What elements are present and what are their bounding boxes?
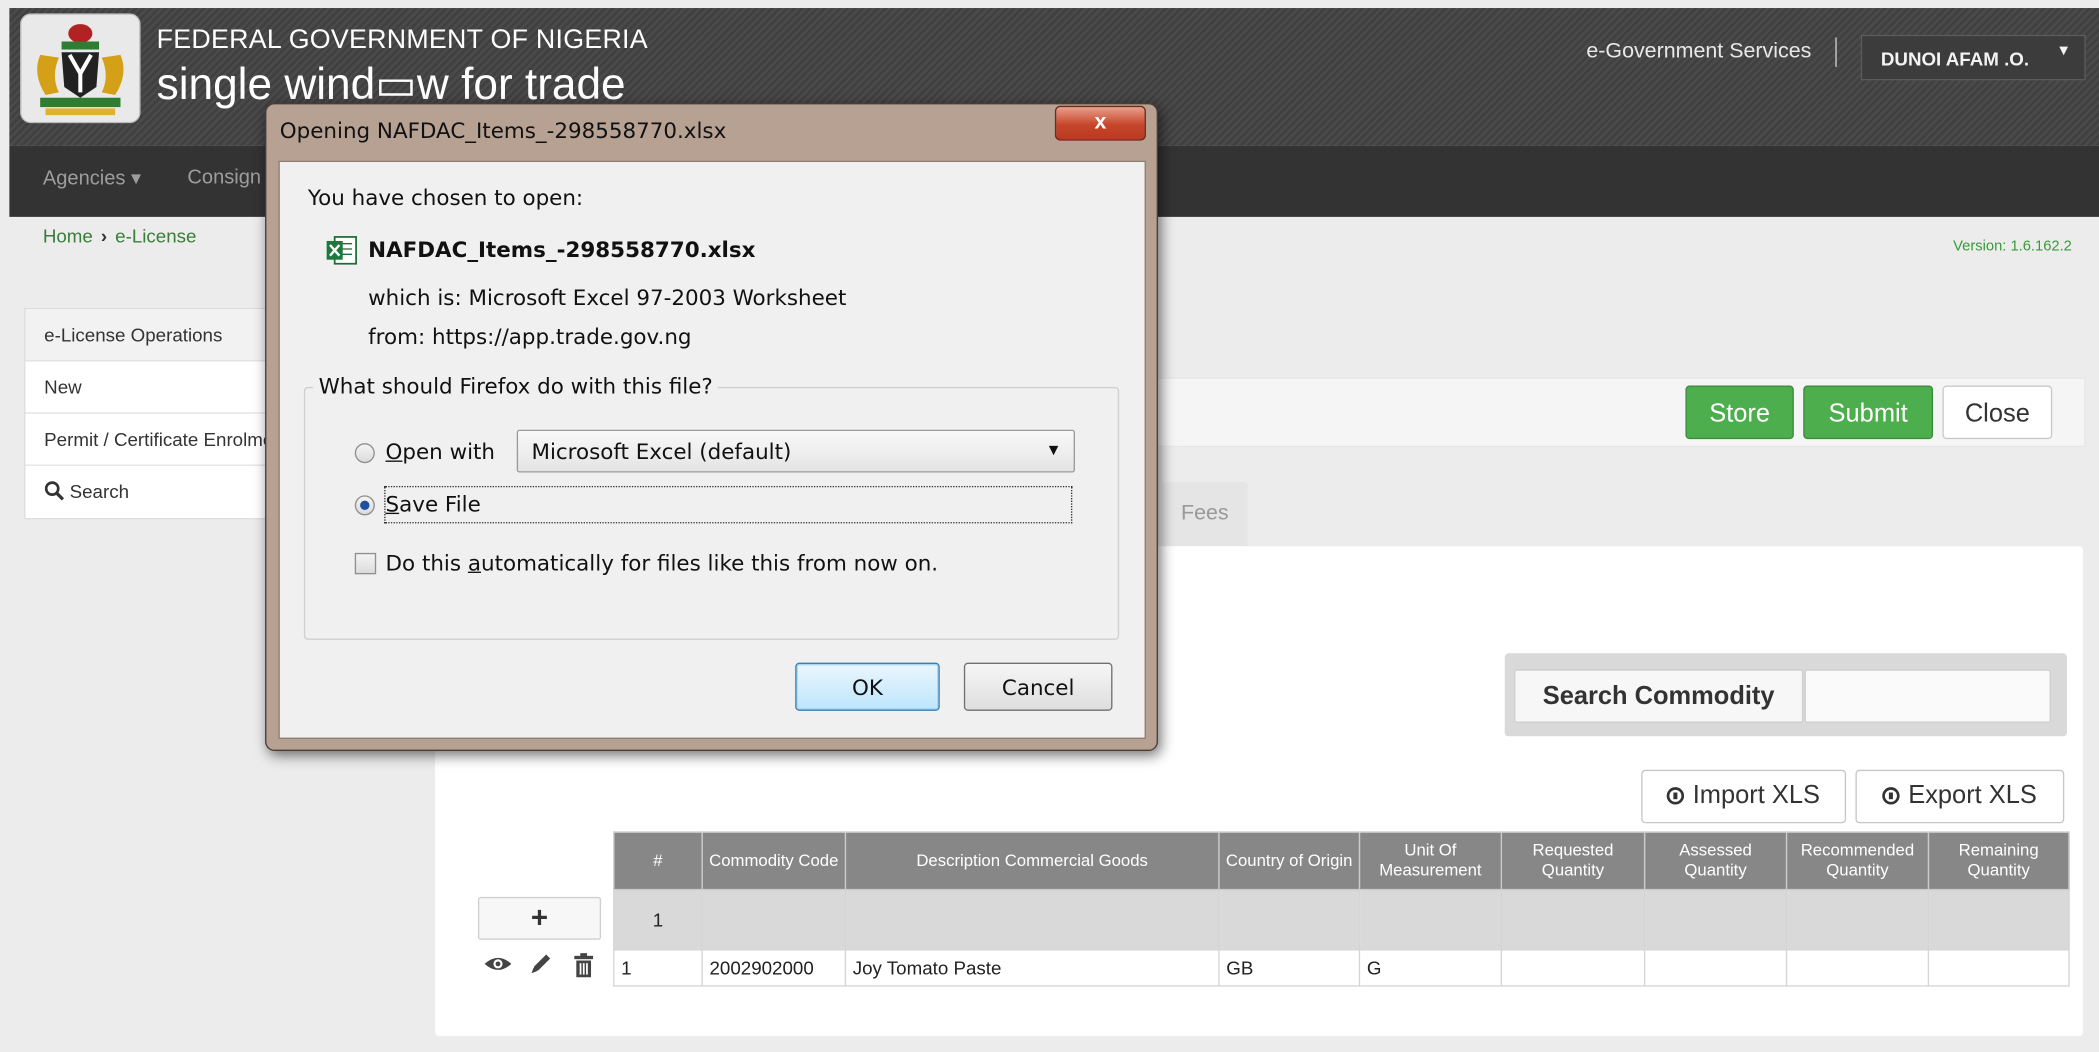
save-file-radio[interactable] [354,495,375,516]
filter-cell[interactable] [1218,888,1361,951]
cancel-button[interactable]: Cancel [963,662,1113,711]
submit-button[interactable]: Submit [1803,385,1934,440]
breadcrumb: Home › e-License [43,225,197,246]
cell-remaining [1927,949,2070,987]
cell-commodity-code: 2002902000 [701,949,847,987]
file-type-value: Microsoft Excel 97-2003 Worksheet [468,285,847,311]
cell-index: 1 [613,949,703,987]
dialog-body: You have chosen to open: NAFDAC_Items_-2… [278,160,1146,739]
table-filter-row: 1 [613,888,2070,951]
file-source-value: https://app.trade.gov.ng [432,323,692,350]
col-header-requested[interactable]: Requested Quantity [1500,831,1646,891]
user-name: DUNOI AFAM .O. [1880,48,2030,70]
cell-recommended [1785,949,1930,987]
col-header-description[interactable]: Description Commercial Goods [844,831,1220,891]
save-file-focus-ring [384,485,1073,524]
chevron-right-icon: › [100,224,108,247]
search-icon [44,481,65,505]
filter-cell[interactable] [701,888,847,951]
filter-cell[interactable] [1358,888,1503,951]
auto-checkbox-label[interactable]: Do this automatically for files like thi… [386,550,939,575]
cell-description: Joy Tomato Paste [844,949,1220,987]
trade-title: single wind▭w for trade [156,58,626,109]
col-header-remaining[interactable]: Remaining Quantity [1927,831,2070,891]
breadcrumb-current[interactable]: e-License [115,225,196,246]
filter-cell[interactable] [1643,888,1788,951]
table-header-row: # Commodity Code Description Commercial … [613,831,2070,891]
open-with-label[interactable]: Open with [386,439,495,464]
from-label: from: [368,323,426,350]
caret-down-icon: ▼ [2056,42,2071,59]
import-xls-button[interactable]: Import XLS [1641,769,1847,824]
col-header-assessed[interactable]: Assessed Quantity [1643,831,1788,891]
export-xls-button[interactable]: Export XLS [1855,769,2065,824]
close-button[interactable]: Close [1942,385,2053,440]
dialog-title: Opening NAFDAC_Items_-298558770.xlsx [279,117,727,144]
export-xls-label: Export XLS [1908,781,2037,810]
file-type-row: which is: Microsoft Excel 97-2003 Worksh… [368,285,846,310]
side-item-search-label: Search [69,480,129,503]
col-header-unit[interactable]: Unit Of Measurement [1358,831,1503,891]
tab-fees[interactable]: Fees [1161,481,1248,547]
filter-cell[interactable] [1500,888,1646,951]
action-question: What should Firefox do with this file? [313,373,719,399]
cell-country: GB [1218,949,1361,987]
search-commodity-button[interactable]: Search Commodity [1514,669,1804,723]
nav-consignments[interactable]: Consign [187,166,261,189]
col-header-country[interactable]: Country of Origin [1218,831,1361,891]
col-header-recommended[interactable]: Recommended Quantity [1785,831,1930,891]
auto-checkbox[interactable] [354,552,377,575]
which-is-label: which is: [368,285,462,311]
filter-cell[interactable] [1927,888,2070,951]
file-name: NAFDAC_Items_-298558770.xlsx [368,236,756,263]
import-xls-label: Import XLS [1692,781,1820,810]
ok-button[interactable]: OK [795,662,940,711]
cell-unit: G [1358,949,1503,987]
open-with-select[interactable]: Microsoft Excel (default) ▼ [516,429,1075,473]
col-header-commodity-code[interactable]: Commodity Code [701,831,847,891]
cell-assessed [1643,949,1788,987]
gov-title: FEDERAL GOVERNMENT OF NIGERIA [156,25,648,55]
filter-index: 1 [613,888,703,951]
open-with-radio[interactable] [354,443,375,464]
dialog-close-button[interactable]: x [1054,105,1146,141]
eye-icon[interactable] [483,952,512,983]
search-commodity-input[interactable] [1804,669,2051,723]
filter-cell[interactable] [844,888,1220,951]
file-source-row: from: https://app.trade.gov.ng [368,324,691,349]
filter-cell[interactable] [1785,888,1930,951]
import-icon [1667,787,1685,805]
table-row[interactable]: 1 2002902000 Joy Tomato Paste GB G [613,949,2070,987]
open-file-dialog: Opening NAFDAC_Items_-298558770.xlsx x Y… [265,103,1158,752]
coat-of-arms-logo [20,13,141,124]
egov-services-link[interactable]: e-Government Services [1586,40,1811,64]
nav-agencies[interactable]: Agencies ▾ [43,166,141,190]
pencil-icon[interactable] [529,952,553,983]
open-with-selected: Microsoft Excel (default) [531,439,792,465]
app-window: FEDERAL GOVERNMENT OF NIGERIA single win… [0,0,2099,1052]
breadcrumb-home[interactable]: Home [43,225,93,246]
chosen-label: You have chosen to open: [307,184,584,211]
col-header-index[interactable]: # [613,831,703,891]
excel-file-icon [325,236,357,272]
dropdown-arrow-icon: ▼ [1045,440,1062,460]
trash-icon[interactable] [573,952,594,985]
store-button[interactable]: Store [1685,385,1794,440]
version-label: Version: 1.6.162.2 [1953,238,2072,255]
save-file-label[interactable]: Save File [386,491,481,516]
user-menu[interactable]: DUNOI AFAM .O. ▼ [1860,34,2086,81]
add-row-button[interactable]: + [477,896,602,940]
cell-requested [1500,949,1646,987]
header-separator [1835,37,1837,67]
commodity-table: # Commodity Code Description Commercial … [613,831,2070,987]
export-icon [1882,787,1901,805]
